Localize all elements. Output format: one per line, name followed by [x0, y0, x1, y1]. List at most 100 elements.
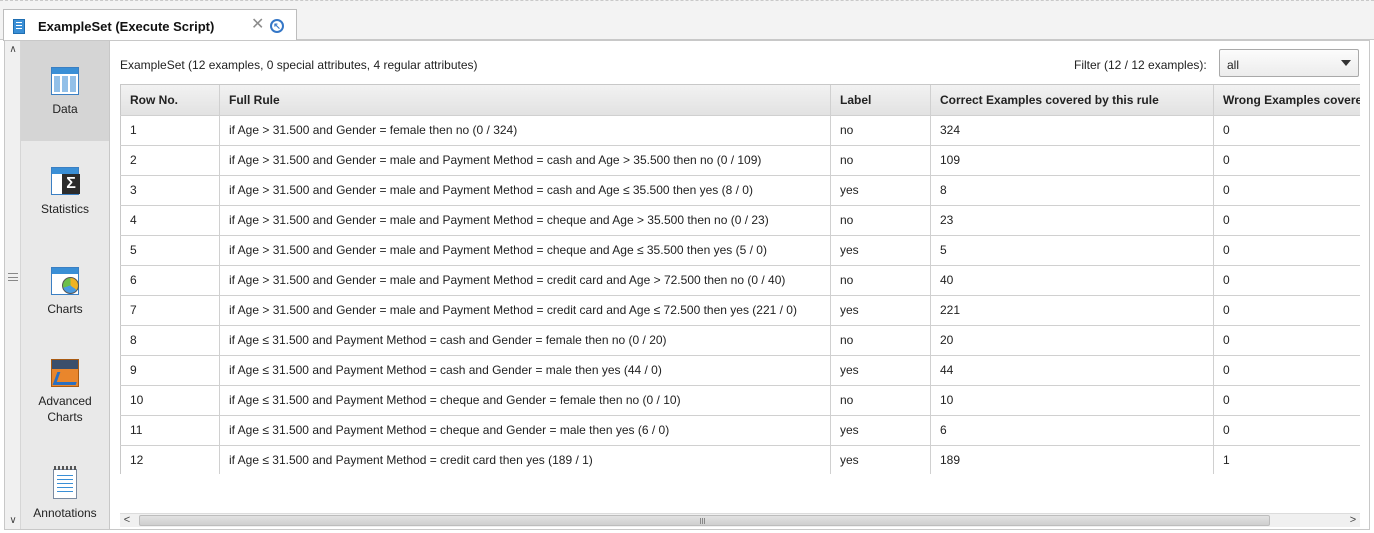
cell-full-rule[interactable]: if Age ≤ 31.500 and Payment Method = che… — [219, 384, 831, 416]
cell-label[interactable]: yes — [830, 174, 931, 206]
table-row[interactable]: 10 if Age ≤ 31.500 and Payment Method = c… — [120, 384, 1360, 416]
table-row[interactable]: 9 if Age ≤ 31.500 and Payment Method = ca… — [120, 354, 1360, 386]
view-sidebar: Data Σ Statistics Charts Advanced Charts… — [21, 41, 110, 529]
cell-wrong-count[interactable]: 0 — [1213, 144, 1360, 176]
cell-wrong-count[interactable]: 0 — [1213, 234, 1360, 266]
scroll-up-icon[interactable]: ∧ — [5, 44, 21, 55]
statistics-icon: Σ — [51, 167, 80, 195]
table-row[interactable]: 3 if Age > 31.500 and Gender = male and P… — [120, 174, 1360, 206]
cell-full-rule[interactable]: if Age > 31.500 and Gender = male and Pa… — [219, 234, 831, 266]
cell-wrong-count[interactable]: 0 — [1213, 354, 1360, 386]
cell-correct-count[interactable]: 10 — [930, 384, 1214, 416]
cell-correct-count[interactable]: 40 — [930, 264, 1214, 296]
cell-correct-count[interactable]: 109 — [930, 144, 1214, 176]
column-header-wrong-examples[interactable]: Wrong Examples covered by this rule — [1213, 85, 1360, 116]
table-row[interactable]: 6 if Age > 31.500 and Gender = male and P… — [120, 264, 1360, 296]
cell-correct-count[interactable]: 5 — [930, 234, 1214, 266]
cell-row-no[interactable]: 12 — [120, 444, 220, 474]
cell-label[interactable]: no — [830, 204, 931, 236]
cell-label[interactable]: yes — [830, 354, 931, 386]
cell-wrong-count[interactable]: 0 — [1213, 114, 1360, 146]
close-icon[interactable]: ✕ — [251, 17, 264, 33]
cell-wrong-count[interactable]: 0 — [1213, 414, 1360, 446]
cell-row-no[interactable]: 3 — [120, 174, 220, 206]
cell-label[interactable]: yes — [830, 294, 931, 326]
cell-correct-count[interactable]: 189 — [930, 444, 1214, 474]
scroll-right-icon[interactable]: > — [1346, 514, 1360, 527]
cell-row-no[interactable]: 4 — [120, 204, 220, 236]
cell-label[interactable]: no — [830, 384, 931, 416]
cell-row-no[interactable]: 6 — [120, 264, 220, 296]
restore-icon[interactable]: ↖ — [270, 19, 284, 33]
data-view: ExampleSet (12 examples, 0 special attri… — [111, 41, 1369, 529]
cell-full-rule[interactable]: if Age ≤ 31.500 and Payment Method = che… — [219, 414, 831, 446]
tab-exampleset[interactable]: ExampleSet (Execute Script) ✕ ↖ — [3, 9, 297, 41]
cell-row-no[interactable]: 10 — [120, 384, 220, 416]
sidebar-item-advanced-charts[interactable]: Advanced Charts — [21, 341, 109, 451]
cell-wrong-count[interactable]: 0 — [1213, 264, 1360, 296]
cell-label[interactable]: no — [830, 264, 931, 296]
cell-label[interactable]: yes — [830, 234, 931, 266]
cell-label[interactable]: no — [830, 114, 931, 146]
cell-correct-count[interactable]: 221 — [930, 294, 1214, 326]
table-row[interactable]: 5 if Age > 31.500 and Gender = male and P… — [120, 234, 1360, 266]
sidebar-scrollbar[interactable]: ∧ ∨ — [5, 41, 21, 529]
cell-label[interactable]: no — [830, 324, 931, 356]
cell-full-rule[interactable]: if Age ≤ 31.500 and Payment Method = cas… — [219, 354, 831, 386]
column-header-full-rule[interactable]: Full Rule — [219, 85, 831, 116]
cell-correct-count[interactable]: 8 — [930, 174, 1214, 206]
table-row[interactable]: 1 if Age > 31.500 and Gender = female the… — [120, 114, 1360, 146]
table-row[interactable]: 12 if Age ≤ 31.500 and Payment Method = c… — [120, 444, 1360, 474]
table-row[interactable]: 4 if Age > 31.500 and Gender = male and P… — [120, 204, 1360, 236]
cell-row-no[interactable]: 7 — [120, 294, 220, 326]
sidebar-item-charts[interactable]: Charts — [21, 241, 109, 341]
cell-correct-count[interactable]: 23 — [930, 204, 1214, 236]
cell-full-rule[interactable]: if Age > 31.500 and Gender = male and Pa… — [219, 144, 831, 176]
cell-full-rule[interactable]: if Age > 31.500 and Gender = female then… — [219, 114, 831, 146]
sidebar-item-annotations[interactable]: Annotations — [21, 451, 109, 529]
cell-full-rule[interactable]: if Age ≤ 31.500 and Payment Method = cre… — [219, 444, 831, 474]
cell-full-rule[interactable]: if Age ≤ 31.500 and Payment Method = cas… — [219, 324, 831, 356]
cell-full-rule[interactable]: if Age > 31.500 and Gender = male and Pa… — [219, 264, 831, 296]
table-row[interactable]: 7 if Age > 31.500 and Gender = male and P… — [120, 294, 1360, 326]
column-header-label[interactable]: Label — [830, 85, 931, 116]
exampleset-summary: ExampleSet (12 examples, 0 special attri… — [120, 58, 478, 72]
cell-correct-count[interactable]: 44 — [930, 354, 1214, 386]
exampleset-icon — [13, 19, 25, 34]
cell-row-no[interactable]: 1 — [120, 114, 220, 146]
table-row[interactable]: 2 if Age > 31.500 and Gender = male and P… — [120, 144, 1360, 176]
scroll-left-icon[interactable]: < — [120, 514, 134, 527]
horizontal-scrollbar[interactable]: < > — [120, 513, 1360, 527]
cell-wrong-count[interactable]: 0 — [1213, 204, 1360, 236]
scroll-down-icon[interactable]: ∨ — [5, 515, 21, 526]
cell-full-rule[interactable]: if Age > 31.500 and Gender = male and Pa… — [219, 204, 831, 236]
column-header-correct-examples[interactable]: Correct Examples covered by this rule — [930, 85, 1214, 116]
cell-full-rule[interactable]: if Age > 31.500 and Gender = male and Pa… — [219, 174, 831, 206]
sidebar-item-data[interactable]: Data — [21, 41, 109, 141]
cell-label[interactable]: yes — [830, 414, 931, 446]
tab-bar: ExampleSet (Execute Script) ✕ ↖ — [0, 6, 1374, 41]
cell-wrong-count[interactable]: 0 — [1213, 294, 1360, 326]
cell-label[interactable]: no — [830, 144, 931, 176]
cell-row-no[interactable]: 5 — [120, 234, 220, 266]
cell-wrong-count[interactable]: 0 — [1213, 384, 1360, 416]
sidebar-item-statistics[interactable]: Σ Statistics — [21, 141, 109, 241]
cell-row-no[interactable]: 8 — [120, 324, 220, 356]
cell-correct-count[interactable]: 6 — [930, 414, 1214, 446]
cell-correct-count[interactable]: 20 — [930, 324, 1214, 356]
cell-wrong-count[interactable]: 0 — [1213, 324, 1360, 356]
column-header-row-no[interactable]: Row No. — [120, 85, 220, 116]
cell-row-no[interactable]: 2 — [120, 144, 220, 176]
filter-dropdown[interactable]: all — [1219, 49, 1359, 77]
cell-label[interactable]: yes — [830, 444, 931, 474]
cell-full-rule[interactable]: if Age > 31.500 and Gender = male and Pa… — [219, 294, 831, 326]
scroll-thumb[interactable] — [139, 515, 1270, 526]
cell-correct-count[interactable]: 324 — [930, 114, 1214, 146]
scroll-grip-icon[interactable] — [8, 273, 18, 281]
cell-row-no[interactable]: 9 — [120, 354, 220, 386]
table-row[interactable]: 11 if Age ≤ 31.500 and Payment Method = c… — [120, 414, 1360, 446]
table-row[interactable]: 8 if Age ≤ 31.500 and Payment Method = ca… — [120, 324, 1360, 356]
cell-row-no[interactable]: 11 — [120, 414, 220, 446]
cell-wrong-count[interactable]: 0 — [1213, 174, 1360, 206]
cell-wrong-count[interactable]: 1 — [1213, 444, 1360, 474]
